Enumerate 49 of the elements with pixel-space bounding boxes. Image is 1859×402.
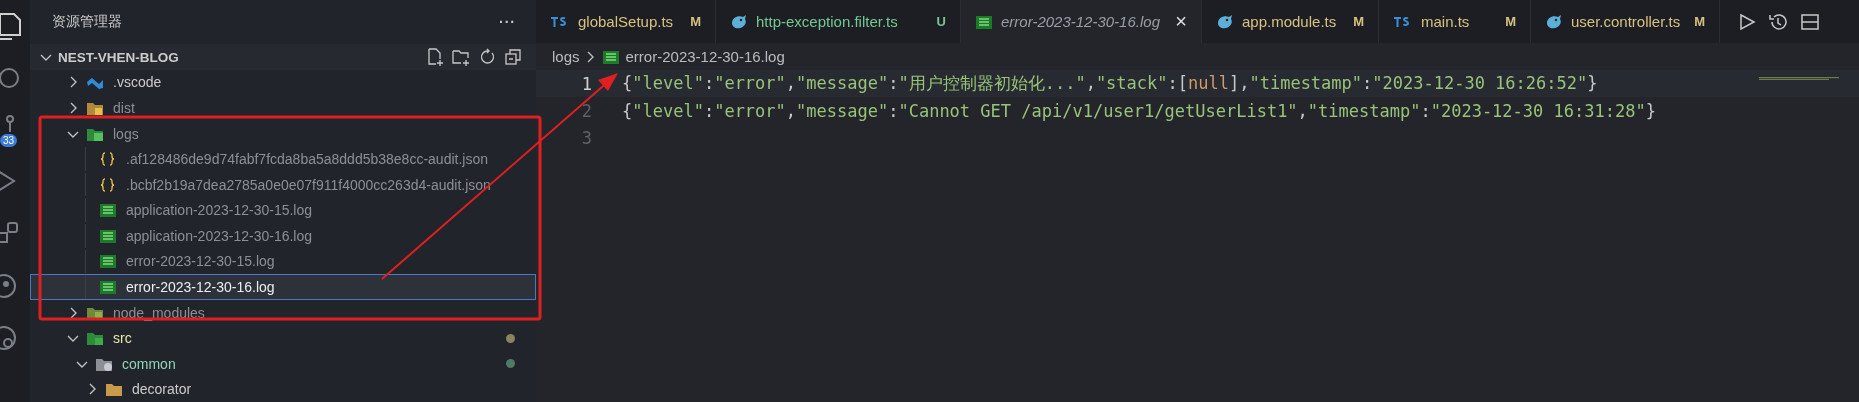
breadcrumb-item[interactable]: error-2023-12-30-16.log [625,48,785,65]
folder-icon [86,330,104,347]
collapse-all-icon [504,48,522,66]
log-file-icon [601,48,620,65]
new-folder-icon [452,48,470,66]
line-number: 2 [580,100,593,121]
braces-icon [99,151,117,168]
tree-item[interactable]: .af128486de9d74fabf7fcda8ba5a8ddd5b38e8cc-audit.json [30,146,536,172]
tree-item[interactable]: logs [30,120,536,147]
code-line: {"level":"error","message":"Cannot GET /api/v1/user1/getUserList1","timestamp":"2023-12-30 16:31:28"} [622,100,1656,121]
new-file-icon [426,48,444,66]
log-file-icon [99,279,117,295]
bird-icon [1216,13,1234,30]
editor-tab[interactable]: error-2023-12-30-16.log × [961,0,1202,43]
count-badge: 33 [0,134,18,147]
tree-item[interactable]: error-2023-12-30-16.log [30,274,536,300]
line-number: 3 [580,127,593,148]
split-editor-icon [1800,11,1820,32]
line-number: 1 [580,73,593,94]
log-file-icon [99,202,117,219]
sidebar-title: 资源管理器 [52,13,122,32]
tree-item[interactable]: .vscode [30,69,536,96]
close-icon[interactable]: × [1175,10,1187,33]
braces-icon [99,176,117,193]
tree-item[interactable]: error-2023-12-30-15.log [30,248,536,275]
log-file-icon [99,227,117,244]
log-file-icon [99,253,117,270]
bird-icon [730,13,748,30]
explorer-icon[interactable] [0,11,22,41]
folder-icon [105,381,123,398]
tree-item[interactable]: .bcbf2b19a7dea2785a0e0e07f911f4000cc263d4-audit.json [30,171,536,198]
log-file-icon [975,13,993,30]
breadcrumb-item[interactable]: logs [552,48,580,65]
bird-icon [1545,13,1563,30]
tree-item[interactable]: decorator [30,376,536,402]
chevron-right-icon [585,49,596,64]
tree-item[interactable]: application-2023-12-30-16.log [30,223,536,249]
more-actions-button[interactable]: ··· [499,14,516,31]
tree-item[interactable]: application-2023-12-30-15.log [30,197,536,224]
tree-item[interactable]: dist [30,95,536,121]
code-line: {"level":"error","message":"用户控制器初始化...","stack":[null],"timestamp":"2023-12-30 16:26:52"} [622,72,1598,95]
tree-item[interactable]: node_modules [30,299,536,326]
tree-item[interactable]: common [30,350,536,377]
history-icon [1768,11,1788,32]
refresh-icon [478,48,496,66]
tree-item[interactable]: src [30,325,536,351]
minimap[interactable] [1759,77,1839,80]
section-header[interactable]: NEST-VHEN-BLOG [30,44,536,70]
run-icon [1738,11,1756,32]
